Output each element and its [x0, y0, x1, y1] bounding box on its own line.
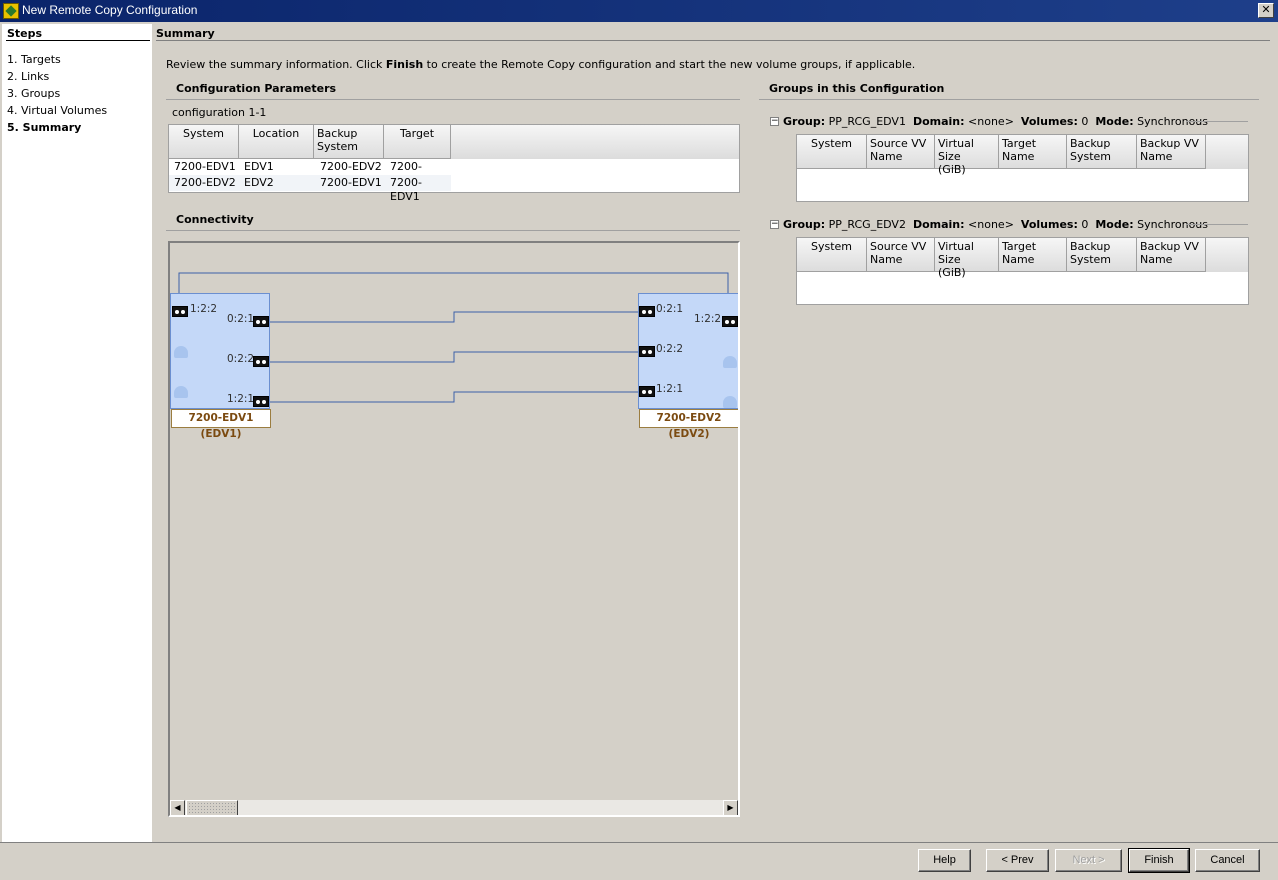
col-backup-system[interactable]: Backup System	[1067, 238, 1137, 272]
node-left-label[interactable]: 7200-EDV1 (EDV1)	[171, 409, 271, 440]
col-source-vv-name[interactable]: Source VV Name	[867, 135, 935, 169]
port-icon	[253, 396, 269, 407]
port-icon	[172, 306, 188, 317]
col-virtual-size[interactable]: Virtual Size (GiB)	[935, 135, 999, 176]
link-line	[268, 351, 638, 363]
table-cell: 7200-EDV2	[320, 160, 382, 173]
col-target-name[interactable]: Target Name	[999, 135, 1067, 169]
intro-text: Review the summary information. Click Fi…	[166, 58, 916, 71]
page-title: Summary	[156, 27, 215, 40]
port-label: 1:2:2	[694, 313, 722, 325]
col-backup-system[interactable]: Backup System	[1067, 135, 1137, 169]
table-cell: EDV1	[244, 160, 274, 173]
node-left[interactable]: 1:2:2 0:2:1 0:2:2 1:2:1	[170, 293, 270, 409]
node-right[interactable]: 0:2:1 1:2:2 0:2:2 1:2:1	[638, 293, 738, 409]
col-target-name[interactable]: Target Name	[999, 238, 1067, 272]
port-placeholder-icon	[723, 356, 737, 368]
port-placeholder-icon	[174, 346, 188, 358]
table-header: System Source VV Name Virtual Size (GiB) T…	[797, 135, 1248, 176]
groups-header: Groups in this Configuration	[769, 82, 945, 95]
title-divider	[156, 40, 1270, 41]
port-icon	[639, 346, 655, 357]
help-button[interactable]: Help	[918, 849, 971, 872]
table-cell: 7200-EDV1	[390, 176, 422, 203]
config-params-header: Configuration Parameters	[176, 82, 337, 95]
scroll-left-button[interactable]: ◀	[170, 800, 185, 815]
port-icon	[722, 316, 738, 327]
steps-panel: Steps 1. Targets 2. Links 3. Groups 4. V…	[2, 24, 152, 842]
port-label: 0:2:2	[656, 343, 684, 355]
config-params-table[interactable]: System Location Backup System Target 7200…	[168, 124, 740, 203]
config-name: configuration 1-1	[172, 106, 267, 119]
table-header: System Source VV Name Virtual Size (GiB) T…	[797, 238, 1248, 279]
col-backup-system[interactable]: Backup System	[314, 125, 384, 159]
collapse-icon[interactable]: −	[770, 220, 779, 229]
group-1-header: Group: PP_RCG_EDV1 Domain: <none> Volume…	[783, 115, 1209, 128]
prev-button[interactable]: < Prev	[986, 849, 1049, 872]
title-bar: New Remote Copy Configuration ✕	[0, 0, 1278, 22]
group-2-table[interactable]: System Source VV Name Virtual Size (GiB) T…	[796, 237, 1249, 305]
port-label: 0:2:1	[656, 303, 684, 315]
table-header: System Location Backup System Target	[169, 125, 739, 159]
port-icon	[253, 356, 269, 367]
port-label: 1:2:1	[656, 383, 684, 395]
port-icon	[253, 316, 269, 327]
port-placeholder-icon	[723, 396, 737, 408]
link-line	[268, 391, 638, 403]
col-target[interactable]: Target	[384, 125, 451, 159]
port-label: 0:2:2	[227, 353, 255, 365]
scroll-right-button[interactable]: ▶	[723, 800, 738, 815]
connectivity-header: Connectivity	[176, 213, 254, 226]
steps-header: Steps	[7, 27, 43, 40]
step-targets[interactable]: 1. Targets	[7, 53, 61, 66]
cancel-button[interactable]: Cancel	[1195, 849, 1260, 872]
group-1-table[interactable]: System Source VV Name Virtual Size (GiB) T…	[796, 134, 1249, 202]
table-cell: EDV2	[244, 176, 274, 189]
col-backup-vv-name[interactable]: Backup VV Name	[1137, 238, 1206, 272]
group-2-divider	[1186, 224, 1248, 225]
scroll-thumb[interactable]	[186, 800, 238, 815]
horizontal-scrollbar[interactable]: ◀ ▶	[170, 799, 738, 815]
port-icon	[639, 386, 655, 397]
link-line	[268, 311, 638, 323]
config-params-divider	[166, 99, 740, 100]
col-system[interactable]: System	[797, 238, 867, 272]
col-system[interactable]: System	[797, 135, 867, 169]
connectivity-diagram[interactable]: 1:2:2 0:2:1 0:2:2 1:2:1 7200-EDV1 (EDV1)…	[168, 241, 740, 817]
port-label: 1:2:2	[190, 303, 218, 315]
finish-button[interactable]: Finish	[1128, 848, 1190, 873]
step-virtual-volumes[interactable]: 4. Virtual Volumes	[7, 104, 107, 117]
port-label: 0:2:1	[227, 313, 255, 325]
col-location[interactable]: Location	[239, 125, 314, 159]
port-label: 1:2:1	[227, 393, 255, 405]
close-icon[interactable]: ✕	[1258, 3, 1274, 18]
port-placeholder-icon	[174, 386, 188, 398]
app-icon	[3, 3, 19, 19]
table-cell: 7200-EDV2	[174, 176, 236, 189]
table-cell: 7200-EDV2	[390, 160, 422, 187]
table-cell: 7200-EDV1	[320, 176, 382, 189]
connectivity-divider	[166, 230, 740, 231]
main-panel: Summary Review the summary information. …	[152, 24, 1276, 842]
group-1-divider	[1186, 121, 1248, 122]
node-right-label[interactable]: 7200-EDV2 (EDV2)	[639, 409, 738, 440]
next-button[interactable]: Next >	[1055, 849, 1122, 872]
window-title: New Remote Copy Configuration	[22, 3, 198, 17]
col-virtual-size[interactable]: Virtual Size (GiB)	[935, 238, 999, 279]
step-groups[interactable]: 3. Groups	[7, 87, 60, 100]
step-links[interactable]: 2. Links	[7, 70, 49, 83]
col-source-vv-name[interactable]: Source VV Name	[867, 238, 935, 272]
table-cell: 7200-EDV1	[174, 160, 236, 173]
col-backup-vv-name[interactable]: Backup VV Name	[1137, 135, 1206, 169]
steps-divider	[6, 40, 150, 41]
button-bar: Help < Prev Next > Finish Cancel	[0, 842, 1278, 880]
col-system[interactable]: System	[169, 125, 239, 159]
collapse-icon[interactable]: −	[770, 117, 779, 126]
groups-divider	[759, 99, 1259, 100]
step-summary[interactable]: 5. Summary	[7, 121, 81, 134]
group-2-header: Group: PP_RCG_EDV2 Domain: <none> Volume…	[783, 218, 1209, 231]
port-icon	[639, 306, 655, 317]
